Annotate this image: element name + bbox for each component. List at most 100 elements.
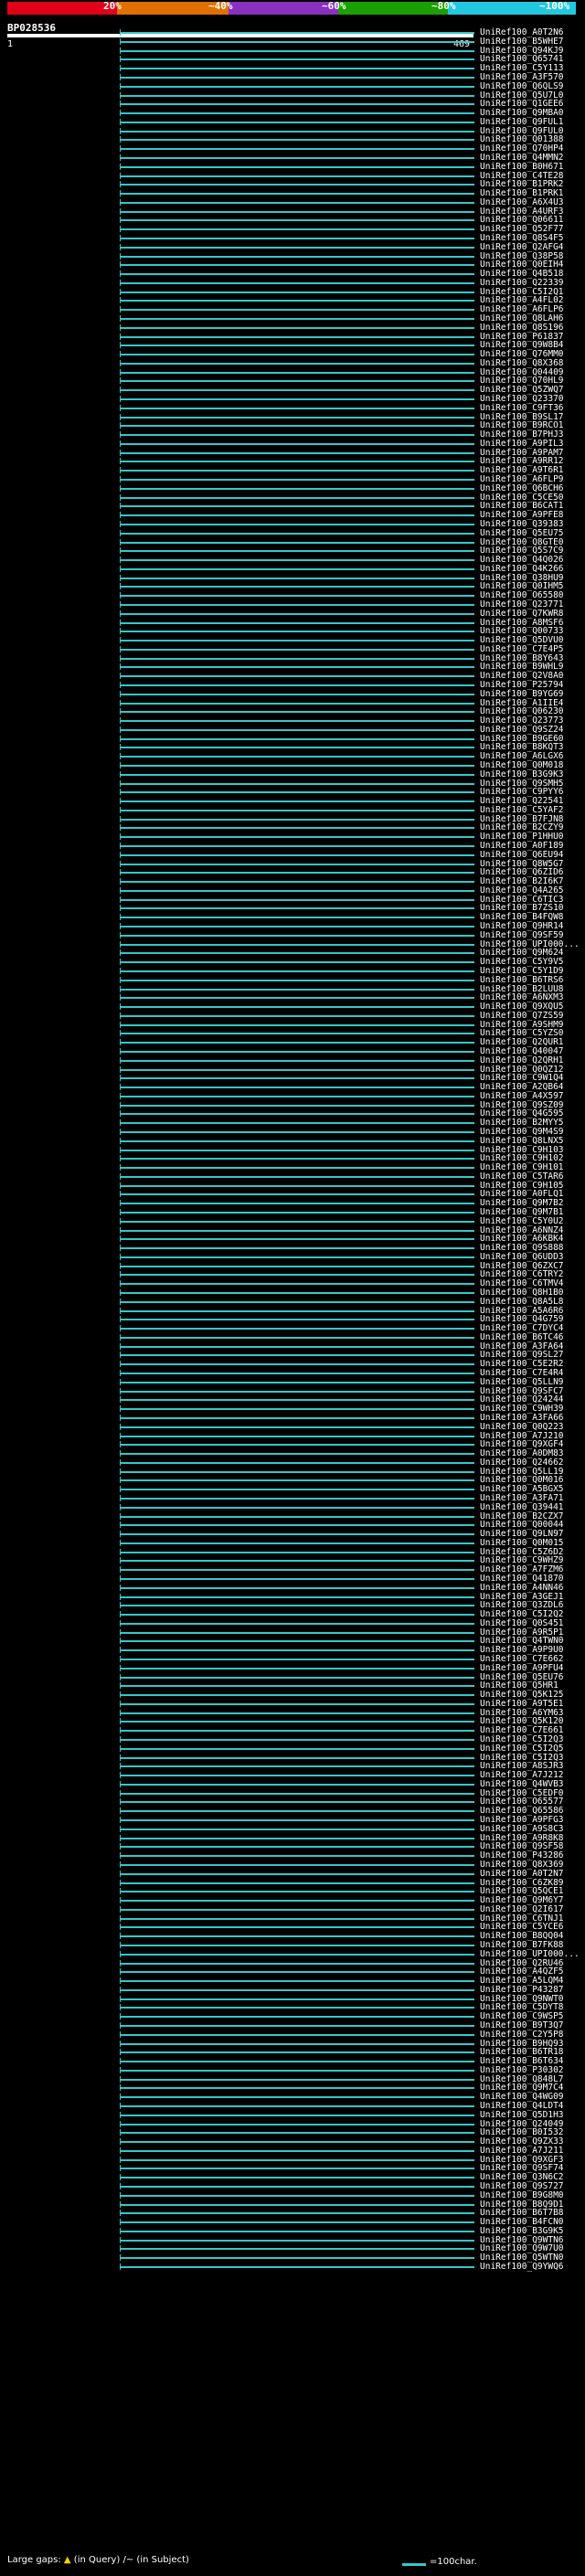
hit-alignment-line [120, 961, 474, 964]
hit-alignment-line [120, 1283, 474, 1286]
hit-alignment-line [120, 1023, 474, 1026]
hit-alignment-line [120, 442, 474, 445]
hit-alignment-line [120, 2203, 474, 2206]
gap-subject-icon: /~ [122, 2555, 134, 2565]
hit-alignment-line [120, 1149, 474, 1151]
hit-alignment-line [120, 461, 474, 463]
hit-alignment-line [120, 577, 474, 579]
hit-alignment-line [120, 1274, 474, 1277]
hit-alignment-line [120, 68, 474, 70]
hit-alignment-line [120, 1300, 474, 1303]
hit-alignment-line [120, 1747, 474, 1750]
hit-alignment-line [120, 586, 474, 588]
hit-alignment-line [120, 1059, 474, 1062]
hit-alignment-line [120, 1783, 474, 1786]
hit-alignment-line [120, 2212, 474, 2215]
hit-alignment-line [120, 1640, 474, 1643]
hit-alignment-line [120, 1676, 474, 1679]
hit-alignment-line [120, 1828, 474, 1830]
hit-alignment-line [120, 1917, 474, 1920]
hit-alignment-line [120, 1497, 474, 1500]
hit-alignment-line [120, 1050, 474, 1053]
hit-alignment-line [120, 2132, 474, 2135]
hit-alignment-line [120, 1891, 474, 1893]
hit-alignment-line [120, 2087, 474, 2090]
hit-alignment-line [120, 747, 474, 749]
hit-alignment-line [120, 2033, 474, 2036]
hit-alignment-line [120, 112, 474, 114]
hit-alignment-line [120, 523, 474, 525]
hit-alignment-line [120, 300, 474, 302]
hit-alignment-line [120, 621, 474, 624]
hit-alignment-line [120, 1203, 474, 1205]
hit-alignment-line [120, 765, 474, 767]
hit-alignment-line [120, 1569, 474, 1572]
hit-alignment-line [120, 728, 474, 731]
gap-query-label: (in Query) [73, 2555, 121, 2565]
hit-alignment-line [120, 1292, 474, 1294]
hit-alignment-line [120, 1542, 474, 1544]
hit-alignment-line [120, 1265, 474, 1267]
hit-alignment-line [120, 595, 474, 598]
hit-alignment-line [120, 1998, 474, 2000]
hit-alignment-line [120, 1900, 474, 1902]
hit-alignment-line [120, 1872, 474, 1875]
hit-alignment-line [120, 2248, 474, 2251]
hit-alignment-line [120, 505, 474, 508]
hit-alignment-line [120, 1739, 474, 1741]
hit-alignment-line [120, 1426, 474, 1428]
hit-alignment-line [120, 184, 474, 186]
hit-alignment-line [120, 1694, 474, 1697]
hit-alignment-line [120, 139, 474, 142]
footer-gaps: Large gaps: ▲ (in Query) /~ (in Subject) [7, 2555, 189, 2565]
hit-alignment-line [120, 1819, 474, 1821]
hit-alignment-line [120, 416, 474, 419]
large-gaps-label: Large gaps: [7, 2555, 61, 2565]
hit-alignment-line [120, 612, 474, 615]
hit-alignment-line [120, 1399, 474, 1402]
hit-alignment-line [120, 1685, 474, 1688]
hit-alignment-line [120, 702, 474, 705]
hit-alignment-line [120, 1756, 474, 1759]
hit-alignment-line [120, 1256, 474, 1258]
hit-alignment-line [120, 720, 474, 723]
hit-alignment-line [120, 926, 474, 928]
hit-alignment-line [120, 291, 474, 293]
hit-alignment-line [120, 2194, 474, 2197]
hit-alignment-line [120, 1971, 474, 1974]
hit-alignment-line [120, 94, 474, 97]
hit-alignment-line [120, 255, 474, 258]
hit-alignment-line [120, 1980, 474, 1982]
hit-alignment-line [120, 434, 474, 437]
hit-alignment-line [120, 1586, 474, 1589]
hit-alignment-line [120, 1390, 474, 1393]
hit-label[interactable]: UniRef100_Q9YWQ6 [480, 2262, 564, 2272]
hit-alignment-line [120, 246, 474, 249]
hit-alignment-line [120, 1863, 474, 1866]
hit-alignment-line [120, 156, 474, 159]
hit-row[interactable]: UniRef100_Q9YWQ6 [0, 2262, 585, 2272]
hit-alignment-line [120, 675, 474, 678]
gap-query-icon: ▲ [63, 2555, 71, 2565]
hit-alignment-line [120, 1006, 474, 1008]
hit-list: UniRef100_A0T2N6 UniRef100_B5WHE7 UniRef10… [0, 0, 585, 2576]
hit-alignment-line [120, 273, 474, 276]
hit-alignment-line [120, 1336, 474, 1339]
hit-alignment-line [120, 1158, 474, 1161]
hit-alignment-line [120, 362, 474, 365]
hit-alignment-line [120, 737, 474, 740]
hit-alignment-line [120, 1238, 474, 1241]
hit-alignment-line [120, 1247, 474, 1250]
hit-alignment-line [120, 970, 474, 972]
hit-alignment-line [120, 326, 474, 329]
hit-alignment-line [120, 219, 474, 222]
hit-alignment-line [120, 889, 474, 892]
hit-alignment-line [120, 58, 474, 61]
hit-alignment-line [120, 1702, 474, 1705]
hit-alignment-line [120, 979, 474, 981]
hit-alignment-line [120, 1595, 474, 1598]
hit-alignment-line [120, 934, 474, 937]
hit-alignment-line [120, 398, 474, 400]
hit-alignment-line [120, 1622, 474, 1625]
hit-alignment-line [120, 1104, 474, 1107]
